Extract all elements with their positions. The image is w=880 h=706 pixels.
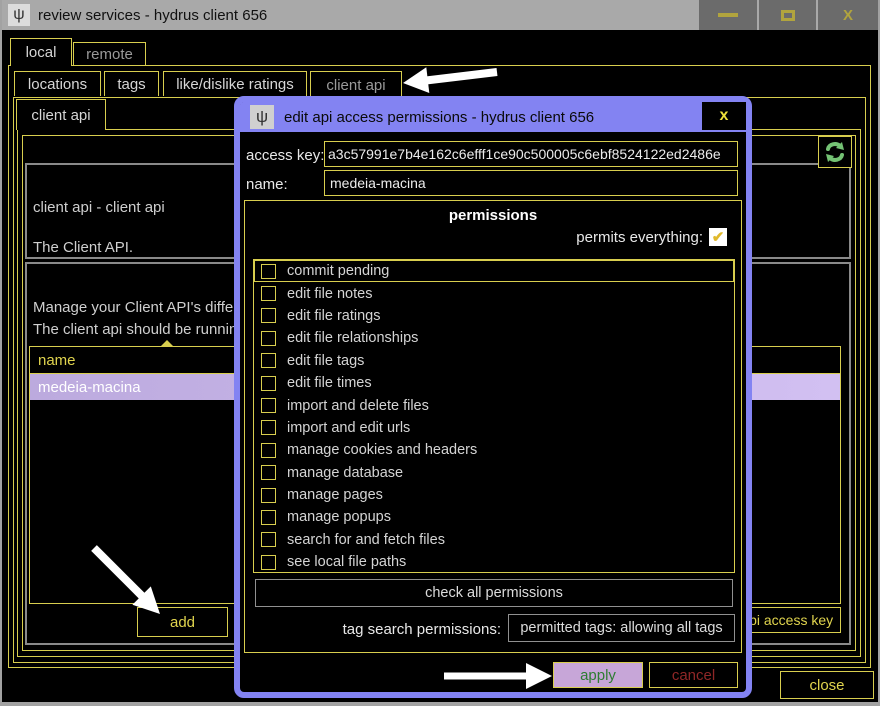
edit-permissions-dialog: ψ edit api access permissions - hydrus c… [234,96,752,698]
check-icon: ✔ [712,228,725,246]
refresh-icon [823,141,847,163]
permission-item[interactable]: import and delete files [254,394,734,416]
checkbox-icon[interactable] [261,443,276,458]
checkbox-icon[interactable] [261,532,276,547]
permission-item-label: commit pending [287,263,389,279]
maximize-icon [781,10,795,21]
minimize-icon [718,13,738,17]
permission-item-label: edit file times [287,375,372,391]
maximize-button[interactable] [759,0,816,30]
dialog-app-icon: ψ [250,105,274,129]
hydrus-app-icon: ψ [8,4,30,26]
permission-item-label: manage cookies and headers [287,442,477,458]
checkbox-icon[interactable] [261,308,276,323]
checkbox-icon[interactable] [261,286,276,301]
permission-item[interactable]: edit file relationships [254,327,734,349]
checkbox-icon[interactable] [261,488,276,503]
screen: local remote locations tags like/dislike… [0,0,880,706]
service-description: The Client API. [33,239,133,256]
close-window-button[interactable]: X [818,0,878,30]
minimize-button[interactable] [699,0,757,30]
checkbox-icon[interactable] [261,510,276,525]
permission-item-label: edit file ratings [287,308,381,324]
refresh-button[interactable] [818,136,852,168]
tab-remote[interactable]: remote [73,42,146,65]
permission-item[interactable]: search for and fetch files [254,529,734,551]
tab-local-label: local [26,44,57,61]
dialog-titlebar[interactable]: ψ edit api access permissions - hydrus c… [240,102,746,132]
apply-button[interactable]: apply [553,662,643,688]
checkbox-icon[interactable] [261,376,276,391]
checkbox-icon[interactable] [261,398,276,413]
checkbox-icon[interactable] [261,353,276,368]
permission-item[interactable]: edit file times [254,372,734,394]
permission-item-label: manage pages [287,487,383,503]
permission-item-label: edit file notes [287,286,372,302]
permission-item[interactable]: manage pages [254,484,734,506]
permission-item-label: manage database [287,465,403,481]
dialog-close-button[interactable]: x [702,102,746,130]
permission-item[interactable]: edit file notes [254,282,734,304]
permission-item-label: edit file tags [287,353,364,369]
permission-item-label: edit file relationships [287,330,418,346]
checkbox-icon[interactable] [261,264,276,279]
checkbox-icon[interactable] [261,331,276,346]
tab-like-dislike-ratings-label: like/dislike ratings [176,76,294,93]
permission-item[interactable]: see local file paths [254,551,734,573]
manage-line2: The client api should be runnin [33,321,237,338]
permissions-title: permissions [245,207,741,224]
tab-tags-label: tags [117,76,145,93]
dialog-title: edit api access permissions - hydrus cli… [284,102,594,132]
tab-remote-label: remote [86,46,133,63]
tab-locations[interactable]: locations [14,71,101,96]
permission-item-label: import and edit urls [287,420,410,436]
permission-item[interactable]: manage popups [254,506,734,528]
main-window-title: review services - hydrus client 656 [38,0,267,30]
tab-client-api-service-label: client api [326,77,385,94]
add-button[interactable]: add [137,607,228,637]
tab-locations-label: locations [28,76,87,93]
access-key-label: access key: [246,147,324,164]
permission-item[interactable]: commit pending [254,260,734,282]
dialog-close-icon: x [720,107,729,125]
permission-item-label: manage popups [287,509,391,525]
permission-item-label: see local file paths [287,554,406,570]
manage-line1: Manage your Client API's differ [33,299,238,316]
permission-item[interactable]: manage cookies and headers [254,439,734,461]
permission-item[interactable]: manage database [254,462,734,484]
check-all-permissions-button[interactable]: check all permissions [255,579,733,607]
permission-item-label: import and delete files [287,398,429,414]
checkbox-icon[interactable] [261,555,276,570]
tab-client-api-service[interactable]: client api [310,71,402,98]
service-heading: client api - client api [33,199,165,216]
tab-tags[interactable]: tags [104,71,159,96]
permits-everything-label: permits everything: [576,229,703,246]
tab-local[interactable]: local [10,38,72,66]
main-titlebar: ψ review services - hydrus client 656 X [0,0,880,30]
tab-like-dislike-ratings[interactable]: like/dislike ratings [163,71,307,96]
permission-item[interactable]: edit file ratings [254,305,734,327]
tab-client-api-page[interactable]: client api [16,99,106,130]
permission-item-label: search for and fetch files [287,532,445,548]
access-key-input[interactable]: a3c57991e7b4e162c6efff1ce90c500005c6ebf8… [324,141,738,167]
permits-everything-checkbox[interactable]: ✔ [709,228,727,246]
close-window-icon: X [843,7,853,24]
permission-item[interactable]: edit file tags [254,350,734,372]
tag-search-permissions-button[interactable]: permitted tags: allowing all tags [508,614,735,642]
checkbox-icon[interactable] [261,420,276,435]
permission-item[interactable]: import and edit urls [254,417,734,439]
tab-client-api-page-label: client api [31,107,90,124]
permission-list: commit pending edit file notes edit file r… [253,259,735,573]
name-label: name: [246,176,288,193]
tag-search-permissions-label: tag search permissions: [343,621,501,638]
permissions-group: permissions permits everything: ✔ commit… [244,200,742,653]
cancel-button[interactable]: cancel [649,662,738,688]
name-input[interactable]: medeia-macina [324,170,738,196]
close-button[interactable]: close [780,671,874,699]
checkbox-icon[interactable] [261,465,276,480]
